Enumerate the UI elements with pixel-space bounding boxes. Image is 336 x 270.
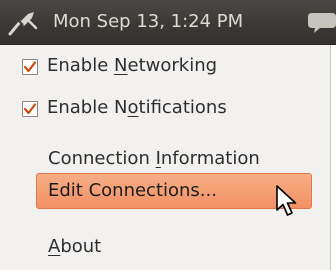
- menu-item-edit-connections[interactable]: Edit Connections...: [36, 173, 312, 209]
- checkbox-enable-networking[interactable]: [22, 59, 38, 75]
- menu-item-label: Enable Notifications: [47, 97, 227, 118]
- menu-item-label: Connection Information: [48, 148, 260, 169]
- chat-bubble-icon[interactable]: [306, 10, 336, 34]
- network-disconnected-icon[interactable]: [6, 8, 40, 36]
- checkbox-enable-notifications[interactable]: [22, 101, 38, 117]
- network-indicator-menu: Enable Networking Enable Notifications C…: [0, 45, 331, 270]
- panel-clock[interactable]: Mon Sep 13, 1:24 PM: [53, 0, 243, 44]
- top-panel: Mon Sep 13, 1:24 PM: [0, 0, 336, 45]
- menu-item-enable-networking[interactable]: Enable Networking: [0, 48, 330, 84]
- menu-item-label: About: [48, 236, 102, 257]
- menu-item-about[interactable]: About: [0, 229, 330, 265]
- menu-item-connection-information[interactable]: Connection Information: [0, 141, 330, 177]
- menu-item-label: Enable Networking: [47, 55, 218, 76]
- menu-item-enable-notifications[interactable]: Enable Notifications: [0, 90, 330, 126]
- mouse-pointer-icon: [275, 184, 301, 218]
- menu-item-label: Edit Connections...: [48, 180, 217, 201]
